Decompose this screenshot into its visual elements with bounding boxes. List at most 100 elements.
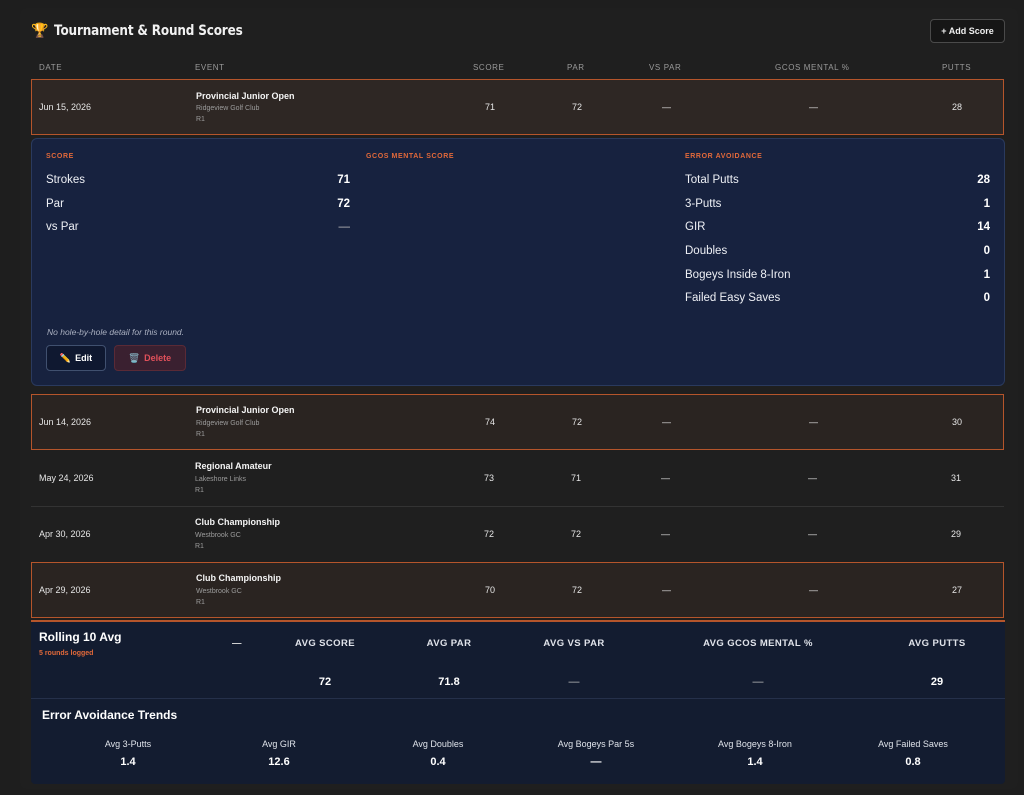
- detail-value-3-putts: 1: [983, 198, 990, 210]
- detail-value-strokes: 71: [337, 174, 350, 186]
- row-par: 72: [572, 585, 583, 595]
- delete-label: Delete: [144, 353, 172, 363]
- detail-value-gir: 14: [977, 221, 990, 233]
- delete-button[interactable]: 🗑️ Delete: [114, 345, 186, 371]
- row-round: R1: [196, 116, 205, 123]
- detail-value-failed-easy-saves: 0: [983, 292, 990, 304]
- row-round: R1: [195, 487, 204, 494]
- row-event: Club Championship: [195, 517, 280, 527]
- row-score: 72: [484, 529, 495, 539]
- add-score-button[interactable]: + Add Score: [930, 19, 1005, 43]
- row-gcos: —: [809, 102, 818, 112]
- col-header-event[interactable]: EVENT: [195, 63, 225, 72]
- row-date: Apr 29, 2026: [39, 585, 91, 595]
- row-event: Provincial Junior Open: [196, 405, 295, 415]
- avg-gcos-value: —: [752, 676, 764, 688]
- detail-value-par: 72: [337, 198, 350, 210]
- error-section-heading: ERROR AVOIDANCE: [685, 153, 763, 160]
- detail-label-par: Par: [46, 198, 64, 210]
- row-gcos: —: [809, 585, 818, 595]
- row-putts: 31: [951, 473, 962, 483]
- detail-value-doubles: 0: [983, 245, 990, 257]
- rolling-avg-section: Rolling 10 Avg 5 rounds logged — AVG SCO…: [31, 620, 1005, 784]
- rolling-title: Rolling 10 Avg: [39, 630, 122, 644]
- avg-score-value: 72: [318, 676, 332, 688]
- pencil-icon: ✏️: [59, 352, 72, 363]
- detail-value-total-putts: 28: [977, 174, 990, 186]
- row-club: Lakeshore Links: [195, 476, 246, 483]
- row-round: R1: [196, 599, 205, 606]
- trend-value-doubles: 0.4: [430, 756, 446, 768]
- edit-button[interactable]: ✏️ Edit: [46, 345, 106, 371]
- trend-label-gir: Avg GIR: [262, 739, 296, 749]
- col-header-gcos[interactable]: GCOS MENTAL %: [775, 63, 849, 72]
- rolling-lead-dash: —: [232, 638, 242, 649]
- col-header-date[interactable]: DATE: [39, 63, 62, 72]
- trash-icon: 🗑️: [128, 352, 141, 363]
- row-club: Westbrook GC: [195, 532, 241, 539]
- table-row[interactable]: Jun 14, 2026 Provincial Junior Open Ridg…: [31, 394, 1004, 450]
- no-detail-note: No hole-by-hole detail for this round.: [47, 327, 185, 337]
- section-title: Tournament & Round Scores: [54, 22, 244, 39]
- avg-vs-par-value: —: [568, 676, 580, 688]
- trends-title: Error Avoidance Trends: [42, 708, 178, 722]
- trend-label-3-putts: Avg 3-Putts: [104, 739, 152, 749]
- row-putts: 28: [952, 102, 963, 112]
- trend-label-doubles: Avg Doubles: [412, 739, 464, 749]
- row-date: Jun 15, 2026: [39, 102, 92, 112]
- gcos-section-heading: GCOS MENTAL SCORE: [366, 153, 455, 160]
- section-header: 🏆 Tournament & Round Scores: [31, 22, 274, 39]
- table-row[interactable]: Apr 30, 2026 Club Championship Westbrook…: [31, 507, 1004, 563]
- avg-par-header: AVG PAR: [426, 638, 472, 649]
- row-vs-par: —: [661, 473, 670, 483]
- row-putts: 30: [952, 417, 963, 427]
- detail-label-total-putts: Total Putts: [685, 174, 739, 186]
- trend-value-gir: 12.6: [268, 756, 290, 768]
- divider: [31, 698, 1005, 699]
- row-score: 74: [485, 417, 496, 427]
- detail-label-bogeys-8-iron: Bogeys Inside 8-Iron: [685, 269, 791, 281]
- table-row[interactable]: Apr 29, 2026 Club Championship Westbrook…: [31, 562, 1004, 618]
- round-detail-panel: SCORE GCOS MENTAL SCORE ERROR AVOIDANCE …: [31, 138, 1005, 386]
- detail-value-vs-par: —: [338, 221, 351, 233]
- row-vs-par: —: [661, 529, 670, 539]
- trend-value-bogeys-par5: —: [590, 756, 602, 768]
- row-par: 72: [572, 102, 583, 112]
- table-row[interactable]: May 24, 2026 Regional Amateur Lakeshore …: [31, 451, 1004, 507]
- row-par: 72: [572, 417, 583, 427]
- col-header-putts[interactable]: PUTTS: [942, 63, 971, 72]
- row-event: Club Championship: [196, 573, 281, 583]
- avg-putts-value: 29: [930, 676, 944, 688]
- edit-label: Edit: [75, 353, 93, 363]
- row-gcos: —: [808, 473, 817, 483]
- table-row[interactable]: Jun 15, 2026 Provincial Junior Open Ridg…: [31, 79, 1004, 135]
- row-round: R1: [195, 543, 204, 550]
- detail-label-doubles: Doubles: [685, 245, 728, 257]
- avg-putts-header: AVG PUTTS: [908, 638, 966, 649]
- col-header-vs-par[interactable]: VS PAR: [649, 63, 681, 72]
- row-vs-par: —: [662, 102, 671, 112]
- row-date: Apr 30, 2026: [39, 529, 91, 539]
- row-club: Ridgeview Golf Club: [196, 105, 260, 112]
- detail-label-failed-easy-saves: Failed Easy Saves: [685, 292, 781, 304]
- row-vs-par: —: [662, 585, 671, 595]
- trophy-icon: 🏆: [31, 22, 49, 38]
- avg-par-value: 71.8: [438, 676, 460, 688]
- avg-gcos-header: AVG GCOS MENTAL %: [703, 638, 813, 649]
- row-club: Westbrook GC: [196, 588, 242, 595]
- trend-value-3-putts: 1.4: [120, 756, 136, 768]
- row-putts: 29: [951, 529, 962, 539]
- row-event: Provincial Junior Open: [196, 91, 295, 101]
- trend-label-bogeys-8-iron: Avg Bogeys 8-Iron: [718, 739, 792, 749]
- trend-label-bogeys-par5: Avg Bogeys Par 5s: [557, 739, 635, 749]
- row-date: May 24, 2026: [39, 473, 94, 483]
- trend-value-bogeys-8-iron: 1.4: [747, 756, 763, 768]
- row-par: 71: [571, 473, 582, 483]
- col-header-par[interactable]: PAR: [567, 63, 585, 72]
- col-header-score[interactable]: SCORE: [473, 63, 504, 72]
- detail-label-strokes: Strokes: [46, 174, 85, 186]
- detail-label-3-putts: 3-Putts: [685, 198, 722, 210]
- detail-label-vs-par: vs Par: [46, 221, 79, 233]
- row-par: 72: [571, 529, 582, 539]
- trend-value-failed-saves: 0.8: [905, 756, 921, 768]
